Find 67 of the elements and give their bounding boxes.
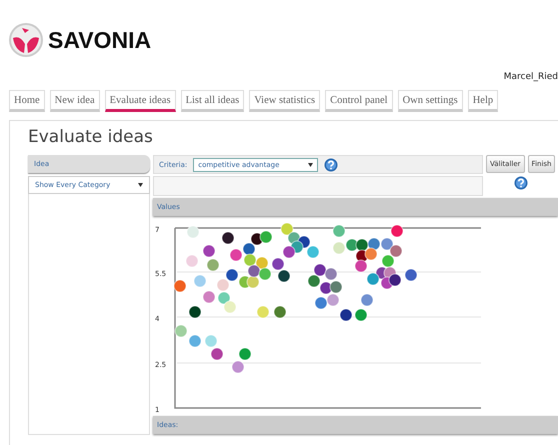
nav-tab[interactable]: New idea	[50, 90, 100, 112]
data-point	[174, 324, 188, 338]
data-point	[256, 306, 270, 318]
data-point	[186, 226, 200, 238]
help-icon[interactable]	[514, 176, 528, 190]
data-point	[202, 244, 216, 258]
brand-name: SAVONIA	[48, 26, 152, 54]
nav-tab[interactable]: View statistics	[249, 90, 320, 112]
help-icon[interactable]	[324, 158, 338, 172]
data-point	[330, 280, 342, 294]
page-title: Evaluate ideas	[28, 126, 154, 149]
data-point	[314, 296, 328, 310]
data-point	[356, 238, 368, 252]
data-point	[366, 272, 380, 286]
data-point	[242, 242, 256, 256]
data-point	[206, 258, 220, 272]
data-point	[390, 244, 402, 258]
data-point	[340, 308, 352, 322]
data-point	[186, 254, 198, 268]
data-point	[404, 268, 418, 282]
data-point	[354, 308, 368, 322]
data-point	[280, 222, 294, 236]
caret-icon	[138, 183, 143, 187]
data-point	[216, 278, 230, 292]
nav-tab[interactable]: Own settings	[398, 90, 463, 112]
nav-tab[interactable]: Evaluate ideas	[104, 90, 176, 112]
data-point	[174, 280, 186, 292]
data-point	[210, 348, 224, 360]
data-point	[204, 334, 218, 348]
data-point	[238, 348, 252, 360]
data-point	[388, 274, 402, 286]
data-point	[272, 258, 284, 270]
data-point	[260, 230, 272, 244]
data-point	[282, 246, 296, 258]
nav-tab[interactable]: Home	[9, 90, 45, 112]
data-point	[332, 224, 346, 238]
data-point	[218, 292, 230, 304]
data-point	[258, 268, 272, 280]
data-point	[306, 246, 320, 258]
data-point	[382, 254, 394, 268]
data-point	[244, 254, 256, 266]
user-name[interactable]: Marcel_Ried	[504, 72, 558, 86]
data-point	[314, 264, 326, 276]
nav-tab[interactable]: Control panel	[325, 90, 393, 112]
caret-icon	[308, 162, 314, 166]
data-point	[274, 306, 286, 318]
data-point	[308, 274, 320, 288]
data-point	[390, 224, 404, 238]
data-point	[188, 334, 202, 348]
data-point	[360, 294, 374, 306]
data-point	[326, 294, 340, 306]
data-point	[354, 260, 368, 272]
data-point	[324, 268, 338, 280]
data-point	[222, 232, 234, 244]
logo-icon	[8, 22, 44, 58]
nav-tab[interactable]: Help	[468, 90, 498, 112]
nav-tab[interactable]: List all ideas	[180, 90, 244, 112]
data-point	[332, 242, 346, 254]
data-point	[224, 300, 236, 314]
data-point	[188, 306, 202, 318]
data-point	[278, 270, 290, 282]
data-point	[230, 248, 242, 262]
data-point	[232, 360, 244, 374]
data-point	[194, 274, 206, 288]
data-point	[202, 290, 216, 304]
data-point	[226, 268, 238, 282]
data-point	[380, 238, 394, 250]
